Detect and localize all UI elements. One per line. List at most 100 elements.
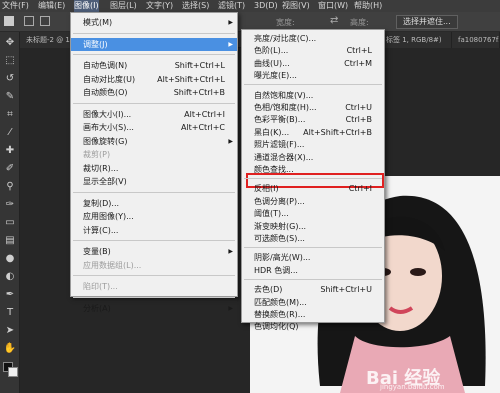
image_menu-item-17[interactable]: 分析(A) ▶ [71,302,237,315]
tools-panel: ✥ ⬚ ↺ ✎ ⌗ ⁄ ✚ ✐ ⚲ ✑ ▭ ▤ ● ◐ ✒ T ➤ ✋ [0,32,20,393]
dodge-tool-icon[interactable]: ◐ [3,270,17,284]
adjustments-submenu: 亮度/对比度(C)... 色阶(L)... Ctrl+L 曲线(U)... Ctrl+M… [241,29,385,331]
add-selection-icon[interactable] [40,16,50,26]
image_menu-item-13[interactable]: 计算(C)... [71,224,237,237]
adjust_menu-item-0[interactable]: 亮度/对比度(C)... [242,32,384,45]
menu-window[interactable]: 窗口(W) [318,0,348,12]
menu-3d[interactable]: 3D(D) [254,0,278,12]
adjust_menu-item-label: 黑白(K)... [254,127,290,137]
image_menu-item-4[interactable]: 自动颜色(O) Shift+Ctrl+B [71,86,237,99]
menu-select[interactable]: 选择(S) [182,0,209,12]
adjust_menu-item-label: 曝光度(E)... [254,71,297,81]
adjust_menu-item-12[interactable]: 色调分离(P)... [242,195,384,208]
menu-image[interactable]: 图像(I) [74,0,99,12]
menu-layer[interactable]: 图层(L) [110,0,137,12]
menu-separator [73,54,235,55]
menu-view[interactable]: 视图(V) [282,0,310,12]
tab-fa108[interactable]: fa1080767f2f6 [452,32,500,48]
hand-tool-icon[interactable]: ✋ [3,342,17,356]
image_menu-item-2[interactable]: 自动色调(N) Shift+Ctrl+L [71,59,237,72]
pen-tool-icon[interactable]: ✒ [3,288,17,302]
lasso-tool-icon[interactable]: ↺ [3,72,17,86]
adjust_menu-item-16[interactable]: 阴影/高光(W)... [242,251,384,264]
menu-edit[interactable]: 编辑(E) [38,0,65,12]
menu-separator [73,240,235,241]
image_menu-item-label: 计算(C)... [83,225,119,235]
adjust_menu-item-5[interactable]: 色相/饱和度(H)... Ctrl+U [242,101,384,114]
image_menu-item-shortcut: Shift+Ctrl+L [174,61,225,70]
adjust_menu-item-2[interactable]: 曲线(U)... Ctrl+M [242,57,384,70]
menu-separator [244,278,382,280]
move-tool-icon[interactable]: ✥ [3,36,17,50]
adjust_menu-item-10[interactable]: 颜色查找... [242,163,384,176]
image_menu-item-label: 应用图像(Y)... [83,212,134,221]
adjust_menu-item-3[interactable]: 曝光度(E)... [242,69,384,82]
adjust_menu-item-8[interactable]: 照片滤镜(F)... [242,138,384,151]
path-select-icon[interactable]: ➤ [3,324,17,338]
eyedropper-icon[interactable]: ⁄ [3,126,17,140]
menu-filter[interactable]: 滤镜(T) [218,0,245,12]
adjust_menu-item-label: 色调均化(Q) [254,322,299,332]
adjust_menu-item-17[interactable]: HDR 色调... [242,264,384,277]
submenu-arrow-icon: ▶ [228,248,233,255]
image_menu-item-9[interactable]: 裁切(R)... [71,162,237,175]
select-and-mask-button[interactable]: 选择并遮住... [396,15,458,29]
image_menu-item-shortcut: Shift+Ctrl+B [173,88,225,97]
adjust_menu-item-shortcut: Alt+Shift+Ctrl+B [303,127,372,137]
adjust_menu-item-7[interactable]: 黑白(K)... Alt+Shift+Ctrl+B [242,126,384,139]
crop-tool-icon[interactable]: ⌗ [3,108,17,122]
image_menu-item-label: 复制(D)... [83,198,120,208]
menu-file[interactable]: 文件(F) [2,0,29,12]
background-color-swatch[interactable] [8,367,18,377]
gradient-icon[interactable]: ▤ [3,234,17,248]
adjust_menu-item-4[interactable]: 自然饱和度(V)... [242,89,384,102]
tab-label-1[interactable]: 标签 1, RGB/8#) [380,32,452,48]
image_menu-item-14[interactable]: 变量(B) ▶ [71,245,237,258]
menu-separator [244,177,382,179]
adjust_menu-item-14[interactable]: 渐变映射(G)... [242,220,384,233]
marquee-tool-icon[interactable]: ⬚ [3,54,17,68]
adjust_menu-item-20[interactable]: 替换颜色(R)... [242,308,384,321]
adjust_menu-item-6[interactable]: 色彩平衡(B)... Ctrl+B [242,113,384,126]
image_menu-item-11[interactable]: 复制(D)... [71,197,237,210]
healing-brush-icon[interactable]: ✚ [3,144,17,158]
image_menu-item-0[interactable]: 模式(M) ▶ [71,16,237,29]
image_menu-item-shortcut: Alt+Shift+Ctrl+L [157,74,225,84]
menu-type[interactable]: 文字(Y) [146,0,173,12]
adjust_menu-item-9[interactable]: 通道混合器(X)... [242,151,384,164]
adjust_menu-item-11[interactable]: 反相(I) Ctrl+I [242,182,384,195]
swap-icon[interactable]: ⇄ [330,15,338,26]
image_menu-item-5[interactable]: 图像大小(I)... Alt+Ctrl+I [71,108,237,121]
adjust_menu-item-15[interactable]: 可选颜色(S)... [242,232,384,245]
adjust_menu-item-21[interactable]: 色调均化(Q) [242,320,384,333]
image_menu-item-16: 陷印(T)... [71,280,237,293]
eraser-icon[interactable]: ▭ [3,216,17,230]
adjust_menu-item-label: 色调分离(P)... [254,196,305,206]
brush-tool-icon[interactable]: ✐ [3,162,17,176]
adjust_menu-item-label: 曲线(U)... [254,58,290,68]
adjust_menu-item-13[interactable]: 阈值(T)... [242,207,384,220]
adjust_menu-item-1[interactable]: 色阶(L)... Ctrl+L [242,44,384,57]
image_menu-item-6[interactable]: 画布大小(S)... Alt+Ctrl+C [71,121,237,134]
blur-tool-icon[interactable]: ● [3,252,17,266]
adjust_menu-item-19[interactable]: 匹配颜色(M)... [242,296,384,309]
submenu-arrow-icon: ▶ [228,304,233,312]
clone-stamp-icon[interactable]: ⚲ [3,180,17,194]
marquee-icon[interactable] [4,16,14,26]
adjust_menu-item-18[interactable]: 去色(D) Shift+Ctrl+U [242,283,384,296]
adjust_menu-item-label: 阴影/高光(W)... [254,253,311,263]
type-tool-icon[interactable]: T [3,306,17,320]
image_menu-item-12[interactable]: 应用图像(Y)... [71,210,237,223]
image_menu-item-label: 模式(M) [83,18,113,27]
menu-separator [244,84,382,86]
menu-help[interactable]: 帮助(H) [354,0,382,12]
new-selection-icon[interactable] [24,16,34,26]
image_menu-item-10[interactable]: 显示全部(V) [71,175,237,188]
image_menu-item-7[interactable]: 图像旋转(G) ▶ [71,135,237,148]
history-brush-icon[interactable]: ✑ [3,198,17,212]
image_menu-item-shortcut: Alt+Ctrl+I [184,109,225,119]
image_menu-item-3[interactable]: 自动对比度(U) Alt+Shift+Ctrl+L [71,73,237,86]
image_menu-item-1[interactable]: 调整(J) ▶ [71,37,237,51]
quick-select-icon[interactable]: ✎ [3,90,17,104]
menu-separator [73,32,235,34]
